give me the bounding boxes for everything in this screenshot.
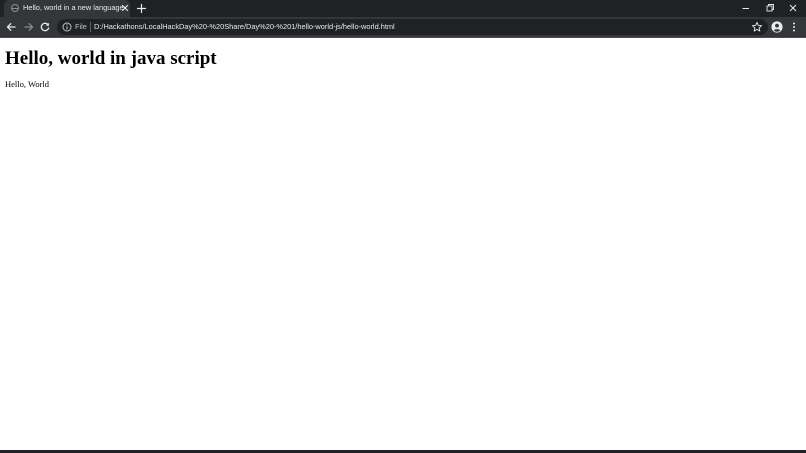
forward-arrow-icon[interactable] (23, 21, 35, 33)
kebab-menu-icon[interactable] (789, 21, 799, 33)
tab-title: Hello, world in a new language (23, 3, 124, 12)
browser-window: Hello, world in a new language File D:/H… (0, 0, 806, 453)
reload-icon[interactable] (39, 21, 51, 33)
tab-active[interactable]: Hello, world in a new language (4, 0, 130, 17)
new-tab-plus-icon[interactable] (136, 3, 147, 14)
page-heading: Hello, world in java script (5, 48, 217, 69)
scheme-label: File (75, 22, 87, 31)
restore-icon[interactable] (763, 2, 777, 14)
bookmark-star-icon[interactable] (751, 21, 763, 33)
browser-toolbar: File D:/Hackathons/LocalHackDay%20-%20Sh… (0, 17, 806, 37)
url-text[interactable]: D:/Hackathons/LocalHackDay%20-%20Share/D… (94, 22, 395, 32)
page-viewport: Hello, world in java script Hello, World (0, 38, 806, 450)
info-icon[interactable] (62, 22, 72, 32)
globe-icon (11, 4, 19, 12)
minimize-icon[interactable] (739, 2, 753, 14)
address-bar[interactable]: File D:/Hackathons/LocalHackDay%20-%20Sh… (57, 19, 768, 35)
profile-avatar-icon[interactable] (771, 21, 783, 33)
tab-close-icon[interactable] (120, 3, 130, 13)
page-body-text: Hello, World (5, 79, 50, 89)
back-arrow-icon[interactable] (5, 21, 17, 33)
window-close-icon[interactable] (786, 2, 800, 14)
address-divider (90, 22, 91, 32)
tab-strip: Hello, world in a new language (0, 0, 806, 17)
